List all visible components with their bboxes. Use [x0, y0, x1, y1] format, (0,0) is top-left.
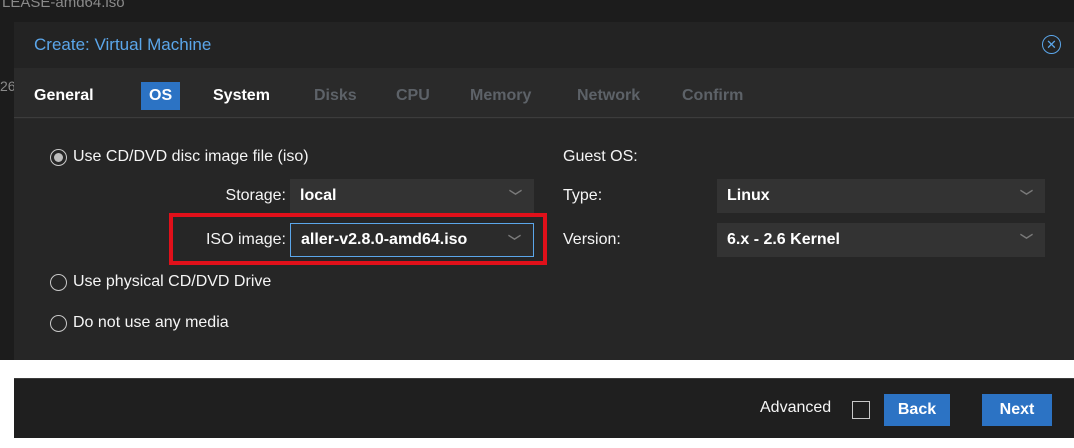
back-button[interactable]: Back — [884, 394, 950, 426]
tab-cpu[interactable]: CPU — [396, 82, 430, 110]
iso-image-select[interactable]: aller-v2.8.0-amd64.iso ﹀ — [290, 223, 534, 257]
iso-image-value: aller-v2.8.0-amd64.iso — [301, 231, 468, 248]
wizard-tabs: General OS System Disks CPU Memory Netwo… — [14, 68, 1074, 118]
close-glyph: ✕ — [1046, 37, 1057, 52]
guest-os-heading: Guest OS: — [563, 148, 638, 165]
dialog-title-bar[interactable]: Create: Virtual Machine ✕ — [14, 22, 1074, 68]
radio-use-iso-label: Use CD/DVD disc image file (iso) — [73, 148, 309, 165]
radio-dot — [54, 152, 63, 162]
advanced-checkbox[interactable] — [852, 401, 870, 419]
chevron-down-icon[interactable]: ﹀ — [1020, 230, 1033, 249]
dialog-footer: Advanced Back Next — [14, 378, 1074, 438]
os-type-select[interactable]: Linux ﹀ — [717, 179, 1045, 213]
radio-physical-drive-label: Use physical CD/DVD Drive — [73, 273, 272, 290]
create-vm-dialog: Create: Virtual Machine ✕ General OS Sys… — [14, 22, 1074, 360]
type-label: Type: — [563, 187, 603, 204]
storage-label: Storage: — [225, 187, 286, 204]
tab-os[interactable]: OS — [141, 82, 181, 110]
chevron-down-icon[interactable]: ﹀ — [1020, 186, 1033, 205]
tab-system[interactable]: System — [213, 82, 270, 110]
next-button[interactable]: Next — [982, 394, 1052, 426]
radio-no-media[interactable]: Do not use any media — [50, 314, 229, 332]
radio-physical-drive[interactable]: Use physical CD/DVD Drive — [50, 273, 271, 291]
tab-general[interactable]: General — [34, 82, 94, 110]
tab-network[interactable]: Network — [577, 82, 640, 110]
storage-select[interactable]: local ﹀ — [290, 179, 534, 213]
os-version-value: 6.x - 2.6 Kernel — [727, 231, 840, 248]
iso-image-label: ISO image: — [205, 231, 286, 248]
background-filename-text: LEASE-amd64.iso — [2, 0, 125, 11]
storage-value: local — [300, 187, 337, 204]
radio-button-selected[interactable] — [50, 148, 67, 166]
tab-memory[interactable]: Memory — [470, 82, 531, 110]
os-version-select[interactable]: 6.x - 2.6 Kernel ﹀ — [717, 223, 1045, 257]
dialog-title: Create: Virtual Machine — [34, 35, 212, 54]
radio-button[interactable] — [50, 314, 67, 332]
radio-no-media-label: Do not use any media — [73, 314, 229, 331]
close-icon[interactable]: ✕ — [1042, 35, 1061, 54]
chevron-down-icon[interactable]: ﹀ — [509, 186, 522, 205]
radio-use-iso[interactable]: Use CD/DVD disc image file (iso) — [50, 148, 309, 166]
tab-disks[interactable]: Disks — [314, 82, 357, 110]
os-panel: Use CD/DVD disc image file (iso) Storage… — [14, 119, 1074, 360]
tab-confirm[interactable]: Confirm — [682, 82, 743, 110]
os-type-value: Linux — [727, 187, 770, 204]
version-label: Version: — [563, 231, 621, 248]
radio-button[interactable] — [50, 273, 67, 291]
advanced-label: Advanced — [760, 399, 832, 416]
chevron-down-icon[interactable]: ﹀ — [508, 231, 521, 250]
